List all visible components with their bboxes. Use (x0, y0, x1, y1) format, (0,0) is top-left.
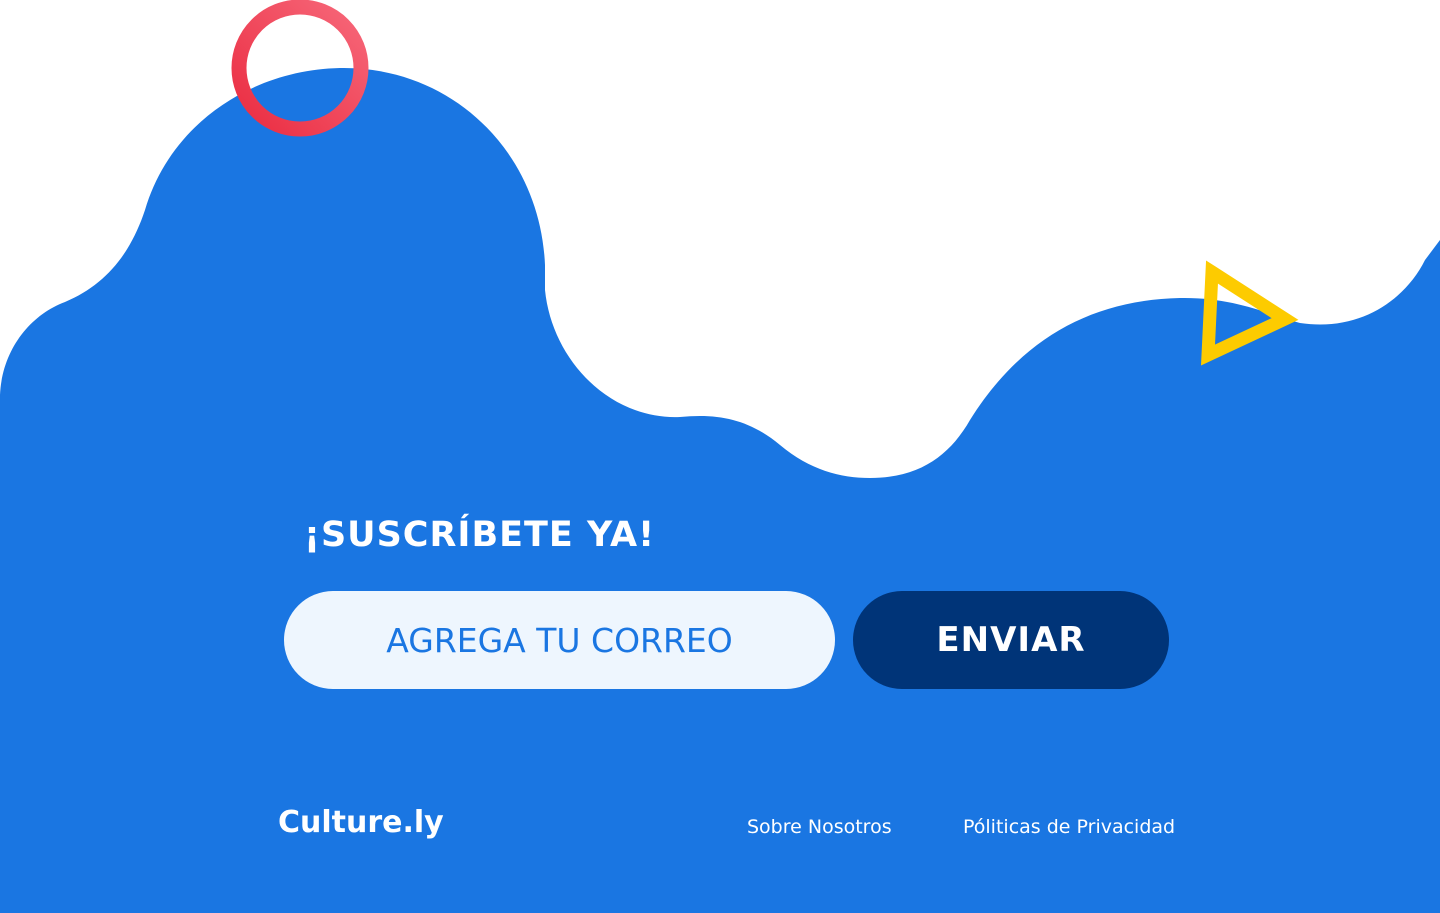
send-button[interactable]: ENVIAR (853, 591, 1169, 689)
background-wave (0, 0, 1440, 913)
wave-shape (0, 67, 1440, 913)
subscribe-title: ¡SUSCRÍBETE YA! (304, 515, 656, 555)
email-input[interactable] (284, 591, 835, 689)
about-us-link[interactable]: Sobre Nosotros (747, 816, 892, 838)
brand-logo: Culture.ly (278, 805, 444, 840)
privacy-policy-link[interactable]: Póliticas de Privacidad (963, 816, 1175, 838)
